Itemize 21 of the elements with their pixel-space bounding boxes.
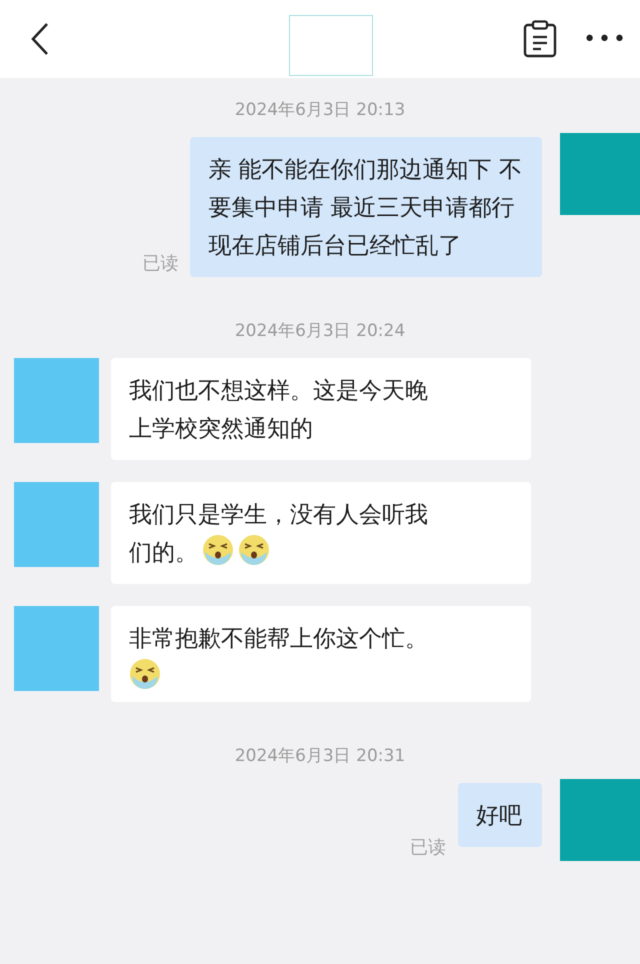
back-icon[interactable]: [30, 22, 50, 56]
read-receipt: 已读: [410, 836, 446, 859]
crying-face-icon: [238, 534, 270, 566]
avatar[interactable]: [14, 358, 99, 443]
avatar[interactable]: [14, 482, 99, 567]
message-text: 亲 能不能在你们那边通知下 不 要集中申请 最近三天申请都行 现在店铺后台已经忙乱了: [208, 156, 522, 261]
message-text: 好吧: [476, 802, 522, 831]
message-text: 我们只是学生，没有人会听我 们的。: [129, 501, 429, 568]
message-text: 非常抱歉不能帮上你这个忙。: [129, 625, 429, 654]
timestamp: 2024年6月3日 20:31: [234, 745, 406, 767]
timestamp: 2024年6月3日 20:24: [234, 320, 406, 342]
message-text: 我们也不想这样。这是今天晚 上学校突然通知的: [129, 377, 429, 444]
timestamp: 2024年6月3日 20:13: [234, 99, 406, 121]
read-receipt: 已读: [142, 252, 178, 275]
more-button[interactable]: •••: [583, 26, 628, 52]
avatar[interactable]: [560, 779, 640, 861]
clipboard-icon[interactable]: [523, 20, 558, 58]
avatar[interactable]: [560, 133, 640, 215]
avatar[interactable]: [14, 606, 99, 691]
crying-face-icon: [202, 534, 234, 566]
crying-face-icon: [129, 658, 161, 690]
